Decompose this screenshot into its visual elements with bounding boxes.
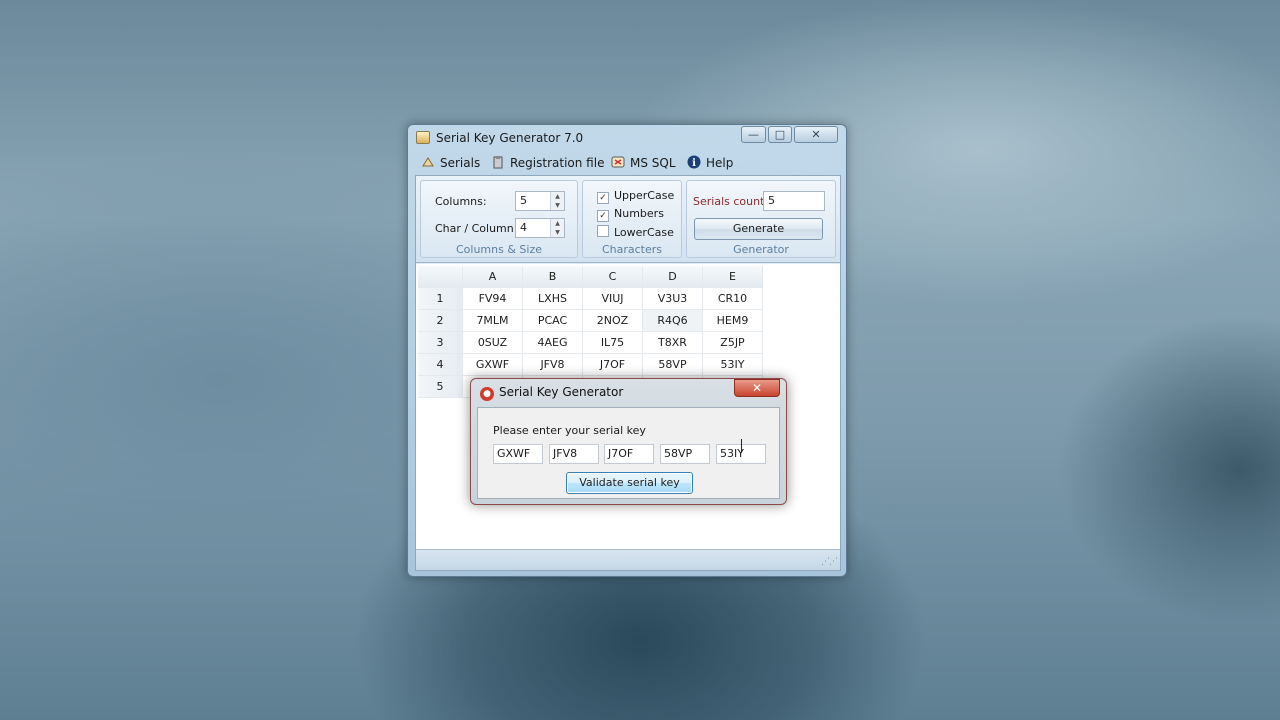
grid-cell[interactable]: HEM9 — [702, 309, 763, 332]
generate-button[interactable]: Generate — [694, 218, 823, 240]
menu-serials[interactable]: Serials — [421, 155, 480, 170]
grid-cell[interactable]: 2NOZ — [582, 309, 643, 332]
row-header[interactable]: 2 — [418, 309, 463, 332]
row-header[interactable]: 4 — [418, 353, 463, 376]
close-button[interactable]: ✕ — [794, 126, 838, 143]
resize-grip-icon[interactable]: ⋰⋰ — [821, 557, 838, 567]
grid-cell[interactable]: LXHS — [522, 287, 583, 310]
grid-cell[interactable]: IL75 — [582, 331, 643, 354]
menu-help[interactable]: i Help — [687, 155, 733, 170]
menu-registration-file[interactable]: Registration file — [491, 155, 604, 170]
grid-header-row: A B C D E — [418, 266, 763, 288]
app-icon — [416, 131, 430, 144]
grid-cell[interactable]: 7MLM — [462, 309, 523, 332]
grid-cell[interactable]: Z5JP — [702, 331, 763, 354]
spin-up-icon[interactable]: ▲ — [551, 219, 564, 228]
char-column-label: Char / Column: — [435, 222, 518, 235]
row-header[interactable]: 3 — [418, 331, 463, 354]
dialog-title: Serial Key Generator — [499, 385, 624, 399]
menu-bar: Serials Registration file MS SQL i Help — [415, 153, 841, 173]
lowercase-checkbox[interactable]: LowerCase — [597, 225, 674, 239]
grid-cell[interactable]: VIUJ — [582, 287, 643, 310]
columns-spinner[interactable]: 5 ▲ ▼ — [515, 191, 565, 211]
svg-text:i: i — [692, 158, 696, 169]
column-header-c[interactable]: C — [582, 266, 643, 288]
group-characters: ✓ UpperCase ✓ Numbers LowerCase Characters — [582, 180, 682, 258]
grid-cell[interactable]: T8XR — [642, 331, 703, 354]
grid-cell[interactable]: V3U3 — [642, 287, 703, 310]
serial-key-prompt: Please enter your serial key — [493, 424, 646, 437]
spin-down-icon[interactable]: ▼ — [551, 201, 564, 210]
column-header-e[interactable]: E — [702, 266, 763, 288]
grid-corner[interactable] — [418, 266, 463, 288]
app-window: Serial Key Generator 7.0 — □ ✕ Serials R… — [407, 124, 847, 577]
dialog-body: Please enter your serial key GXWF JFV8 J… — [477, 407, 780, 499]
group-label-generator: Generator — [733, 243, 789, 256]
checkbox-checked-icon: ✓ — [597, 210, 609, 222]
maximize-button[interactable]: □ — [768, 126, 792, 143]
grid-cell[interactable]: 0SUZ — [462, 331, 523, 354]
serials-icon — [422, 157, 434, 167]
group-label-columns-size: Columns & Size — [455, 243, 542, 256]
grid-cell[interactable]: FV94 — [462, 287, 523, 310]
column-header-d[interactable]: D — [642, 266, 703, 288]
checkbox-unchecked-icon — [597, 225, 609, 237]
grid-cell[interactable]: J7OF — [582, 353, 643, 376]
checkbox-checked-icon: ✓ — [597, 192, 609, 204]
grid-cell[interactable]: GXWF — [462, 353, 523, 376]
uppercase-checkbox[interactable]: ✓ UpperCase — [597, 189, 674, 204]
validate-dialog: ● Serial Key Generator ✕ Please enter yo… — [470, 378, 787, 505]
columns-label: Columns: — [435, 195, 487, 208]
grid-cell[interactable]: 4AEG — [522, 331, 583, 354]
group-label-characters: Characters — [601, 243, 663, 256]
spin-up-icon[interactable]: ▲ — [551, 192, 564, 201]
group-columns-size: Columns: 5 ▲ ▼ Char / Column: 4 ▲ ▼ Column… — [420, 180, 578, 258]
numbers-checkbox[interactable]: ✓ Numbers — [597, 207, 664, 222]
grid-cell[interactable]: 58VP — [642, 353, 703, 376]
grid-cell[interactable]: CR10 — [702, 287, 763, 310]
grid-cell[interactable]: JFV8 — [522, 353, 583, 376]
help-icon: i — [687, 155, 701, 169]
client-area: Columns: 5 ▲ ▼ Char / Column: 4 ▲ ▼ Column… — [415, 175, 841, 571]
spin-down-icon[interactable]: ▼ — [551, 228, 564, 237]
grid-cell[interactable]: R4Q6 — [642, 309, 703, 332]
columns-spinner-arrows[interactable]: ▲ ▼ — [550, 192, 564, 210]
row-header[interactable]: 1 — [418, 287, 463, 310]
group-generator: Serials count: 5 Generate Generator — [686, 180, 836, 258]
table-row: 2 7MLM PCAC 2NOZ R4Q6 HEM9 — [418, 309, 763, 332]
registration-file-icon — [493, 156, 503, 169]
column-header-b[interactable]: B — [522, 266, 583, 288]
serial-key-field-3[interactable]: J7OF — [604, 444, 654, 464]
table-row: 1 FV94 LXHS VIUJ V3U3 CR10 — [418, 287, 763, 310]
grid-cell[interactable]: 53IY — [702, 353, 763, 376]
minimize-button[interactable]: — — [741, 126, 766, 143]
serial-key-field-4[interactable]: 58VP — [660, 444, 710, 464]
table-row: 4 GXWF JFV8 J7OF 58VP 53IY — [418, 353, 763, 376]
char-column-spinner-arrows[interactable]: ▲ ▼ — [550, 219, 564, 237]
dialog-close-button[interactable]: ✕ — [734, 379, 780, 397]
status-bar: ⋰⋰ — [416, 549, 840, 570]
grid-cell[interactable]: PCAC — [522, 309, 583, 332]
ms-sql-icon — [611, 156, 625, 168]
text-cursor-icon — [741, 439, 742, 453]
dialog-app-icon: ● — [480, 387, 494, 401]
validate-serial-key-button[interactable]: Validate serial key — [566, 472, 693, 494]
window-title: Serial Key Generator 7.0 — [436, 131, 584, 145]
ribbon: Columns: 5 ▲ ▼ Char / Column: 4 ▲ ▼ Column… — [416, 176, 840, 263]
table-row: 3 0SUZ 4AEG IL75 T8XR Z5JP — [418, 331, 763, 354]
serial-key-field-2[interactable]: JFV8 — [549, 444, 599, 464]
menu-ms-sql[interactable]: MS SQL — [611, 155, 676, 170]
serials-count-label: Serials count: — [693, 195, 769, 208]
row-header[interactable]: 5 — [418, 375, 463, 398]
serial-key-field-1[interactable]: GXWF — [493, 444, 543, 464]
char-column-spinner[interactable]: 4 ▲ ▼ — [515, 218, 565, 238]
title-bar[interactable]: Serial Key Generator 7.0 — □ ✕ — [408, 125, 846, 151]
serials-count-input[interactable]: 5 — [763, 191, 825, 211]
column-header-a[interactable]: A — [462, 266, 523, 288]
